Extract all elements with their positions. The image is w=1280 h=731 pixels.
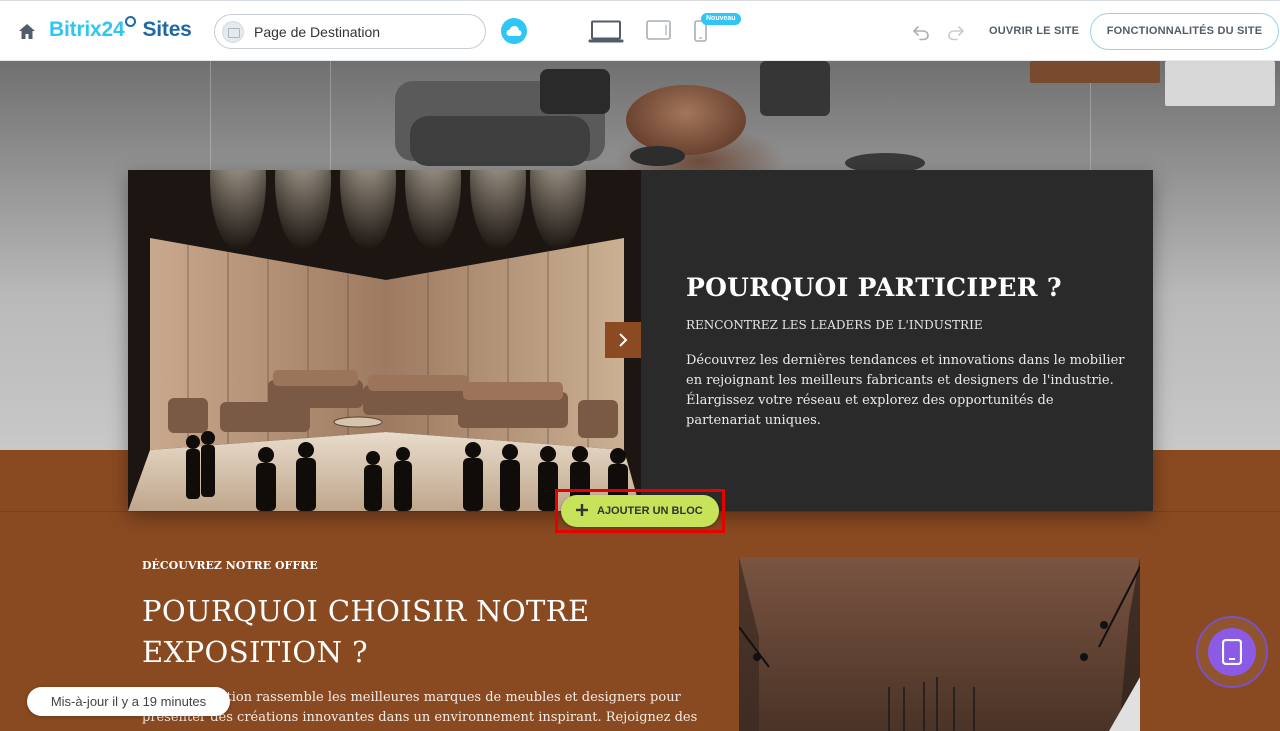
- open-site-link[interactable]: OUVRIR LE SITE: [989, 25, 1079, 37]
- offer-title: POURQUOI CHOISIR NOTRE EXPOSITION ?: [142, 594, 590, 669]
- page-name: Page de Destination: [254, 24, 381, 40]
- home-icon[interactable]: [18, 23, 36, 40]
- cloud-icon: [506, 26, 522, 36]
- offer-eyebrow: DÉCOUVREZ NOTRE OFFRE: [142, 559, 318, 572]
- logo-clock-icon: [125, 16, 137, 27]
- chevron-right-icon: [619, 333, 628, 347]
- card-title: POURQUOI PARTICIPER ?: [686, 273, 1062, 302]
- mobile-preview-button[interactable]: [1196, 616, 1268, 688]
- laptop-icon[interactable]: [588, 20, 624, 44]
- editor-toolbar: Bitrix24 Sites Page de Destination Nouvea…: [0, 0, 1280, 61]
- logo-sites: Sites: [142, 18, 192, 41]
- undo-icon[interactable]: [912, 23, 930, 41]
- cloud-save-button[interactable]: [501, 18, 527, 44]
- redo-icon[interactable]: [947, 23, 965, 41]
- add-block-label: AJOUTER UN BLOC: [597, 505, 703, 517]
- showroom-illustration: [128, 170, 641, 511]
- slider-next-button[interactable]: [605, 322, 641, 358]
- logo-brand: Bitrix24: [49, 18, 125, 41]
- page-selector[interactable]: Page de Destination: [214, 14, 486, 49]
- tablet-icon[interactable]: [646, 20, 671, 40]
- exhibition-hall-image: [739, 557, 1140, 731]
- mobile-preview-icon: [1222, 639, 1242, 665]
- why-participate-card: POURQUOI PARTICIPER ? RENCONTREZ LES LEA…: [128, 170, 1153, 511]
- plus-icon: [576, 504, 588, 516]
- card-subtitle: RENCONTREZ LES LEADERS DE L'INDUSTRIE: [686, 318, 983, 332]
- bitrix24-sites-logo[interactable]: Bitrix24 Sites: [49, 16, 192, 42]
- card-description: Découvrez les dernières tendances et inn…: [686, 353, 1125, 428]
- new-badge: Nouveau: [701, 13, 741, 25]
- site-features-button[interactable]: FONCTIONNALITÉS DU SITE: [1090, 13, 1279, 50]
- page-thumbnail-icon: [222, 21, 244, 43]
- add-block-button[interactable]: AJOUTER UN BLOC: [561, 495, 719, 527]
- last-updated-toast: Mis-à-jour il y a 19 minutes: [27, 687, 230, 716]
